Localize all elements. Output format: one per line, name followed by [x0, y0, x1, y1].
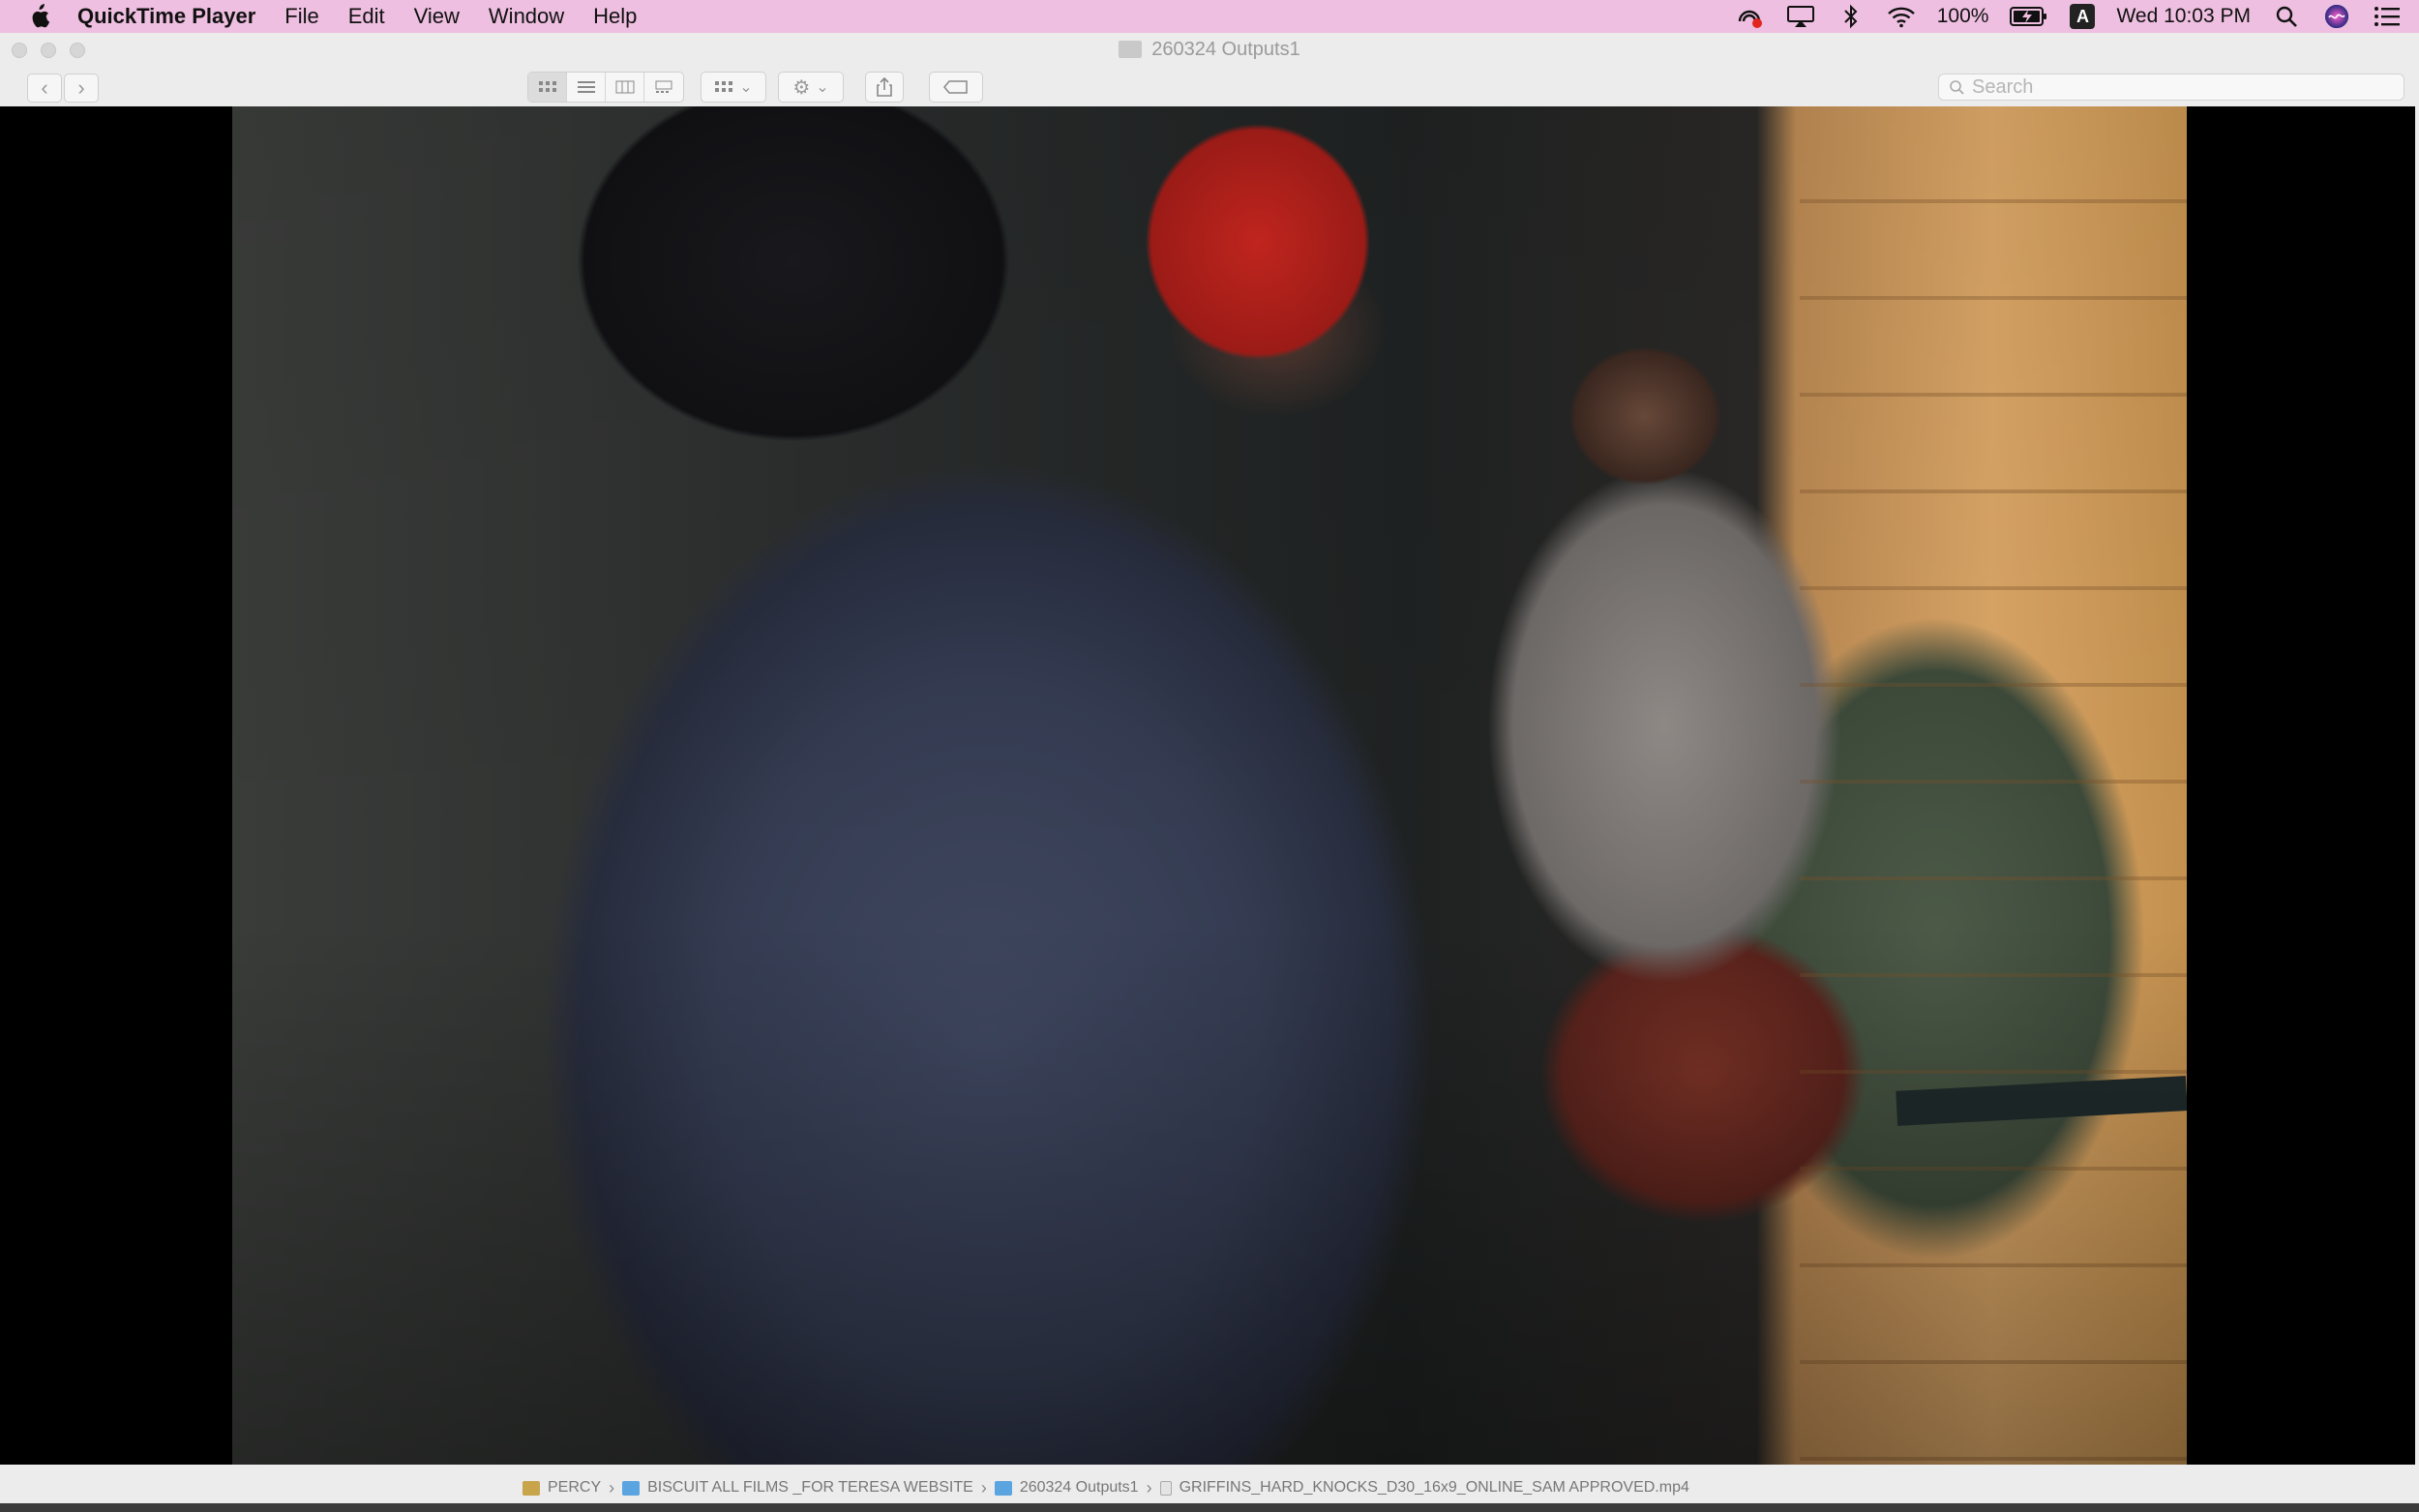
- minimize-window-button[interactable]: [41, 43, 56, 58]
- video-frame[interactable]: [232, 106, 2187, 1465]
- path-crumb-drive[interactable]: PERCY: [523, 1479, 601, 1497]
- chevron-left-icon: ‹: [41, 75, 48, 100]
- chevron-right-icon: ›: [1146, 1477, 1152, 1497]
- chevron-right-icon: ›: [609, 1477, 615, 1497]
- tags-button[interactable]: [929, 72, 983, 103]
- chevron-right-icon: ›: [980, 1477, 987, 1497]
- path-bar: PERCY › BISCUIT ALL FILMS _FOR TERESA WE…: [523, 1468, 1974, 1507]
- path-crumb-folder[interactable]: 260324 Outputs1: [994, 1479, 1139, 1497]
- search-icon: [1950, 80, 1964, 95]
- action-menu-button[interactable]: ⚙ ⌄: [778, 72, 844, 103]
- chevron-right-icon: ›: [77, 75, 85, 100]
- zoom-window-button[interactable]: [70, 43, 85, 58]
- tag-icon: [943, 80, 968, 94]
- gallery-view-button[interactable]: [644, 73, 683, 102]
- crumb-label: 260324 Outputs1: [1019, 1479, 1139, 1496]
- menu-help[interactable]: Help: [593, 4, 637, 29]
- path-crumb-file[interactable]: GRIFFINS_HARD_KNOCKS_D30_16x9_ONLINE_SAM…: [1159, 1479, 1689, 1497]
- back-button[interactable]: ‹: [27, 74, 62, 103]
- menu-clock[interactable]: Wed 10:03 PM: [2116, 5, 2251, 28]
- search-placeholder: Search: [1972, 75, 2034, 98]
- app-name-menu[interactable]: QuickTime Player: [77, 4, 255, 29]
- video-shading: [232, 106, 2187, 1465]
- wifi-icon[interactable]: [1887, 4, 1916, 29]
- crumb-label: GRIFFINS_HARD_KNOCKS_D30_16x9_ONLINE_SAM…: [1179, 1479, 1689, 1496]
- menu-bar: QuickTime Player File Edit View Window H…: [0, 0, 2419, 33]
- finder-titlebar: 260324 Outputs1: [0, 33, 2419, 66]
- quicktime-video-window[interactable]: [0, 106, 2415, 1465]
- columns-icon: [615, 80, 634, 94]
- chevron-down-icon: ⌄: [816, 79, 829, 96]
- finder-title: 260324 Outputs1: [1119, 38, 1300, 61]
- view-mode-control: [527, 72, 684, 103]
- status-area: 100% A Wed 10:03 PM: [1736, 0, 2402, 33]
- finder-toolbar: ‹ › ⌄ ⚙ ⌄ Search: [0, 66, 2419, 106]
- crumb-label: BISCUIT ALL FILMS _FOR TERESA WEBSITE: [647, 1479, 973, 1496]
- icon-view-button[interactable]: [528, 73, 567, 102]
- menu-edit[interactable]: Edit: [348, 4, 385, 29]
- list-icon: [577, 81, 595, 93]
- crumb-label: PERCY: [548, 1479, 602, 1496]
- movie-file-icon: [1159, 1480, 1172, 1496]
- column-view-button[interactable]: [606, 73, 644, 102]
- chevron-down-icon: ⌄: [739, 79, 753, 96]
- battery-percent: 100%: [1936, 5, 1989, 27]
- folder-icon: [994, 1480, 1012, 1496]
- close-window-button[interactable]: [12, 43, 27, 58]
- gear-icon: ⚙: [792, 76, 811, 99]
- group-by-button[interactable]: ⌄: [701, 72, 766, 103]
- apple-menu-icon[interactable]: [0, 4, 77, 29]
- finder-title-text: 260324 Outputs1: [1151, 38, 1300, 60]
- background-window-edge: [0, 1503, 2419, 1512]
- input-source-icon[interactable]: A: [2070, 4, 2096, 29]
- airplay-icon[interactable]: [1786, 4, 1815, 29]
- spotlight-search-icon[interactable]: [2272, 4, 2301, 29]
- notification-center-icon[interactable]: [2373, 4, 2402, 29]
- path-crumb-folder[interactable]: BISCUIT ALL FILMS _FOR TERESA WEBSITE: [622, 1479, 973, 1497]
- share-button[interactable]: [865, 72, 904, 103]
- list-view-button[interactable]: [567, 73, 606, 102]
- menu-view[interactable]: View: [414, 4, 460, 29]
- bluetooth-icon[interactable]: [1837, 4, 1866, 29]
- share-icon: [877, 77, 892, 97]
- folder-icon: [622, 1480, 641, 1496]
- drive-icon: [523, 1480, 540, 1496]
- gallery-icon: [655, 80, 672, 93]
- battery-charging-icon[interactable]: [2010, 4, 2048, 29]
- menu-file[interactable]: File: [284, 4, 318, 29]
- icon-grid-icon: [538, 81, 556, 92]
- folder-icon: [1119, 41, 1143, 58]
- menu-window[interactable]: Window: [489, 4, 564, 29]
- siri-icon[interactable]: [2322, 4, 2351, 29]
- search-field[interactable]: Search: [1938, 74, 2404, 101]
- forward-button[interactable]: ›: [64, 74, 99, 103]
- group-grid-icon: [715, 81, 733, 92]
- screen-recording-icon[interactable]: [1736, 4, 1765, 29]
